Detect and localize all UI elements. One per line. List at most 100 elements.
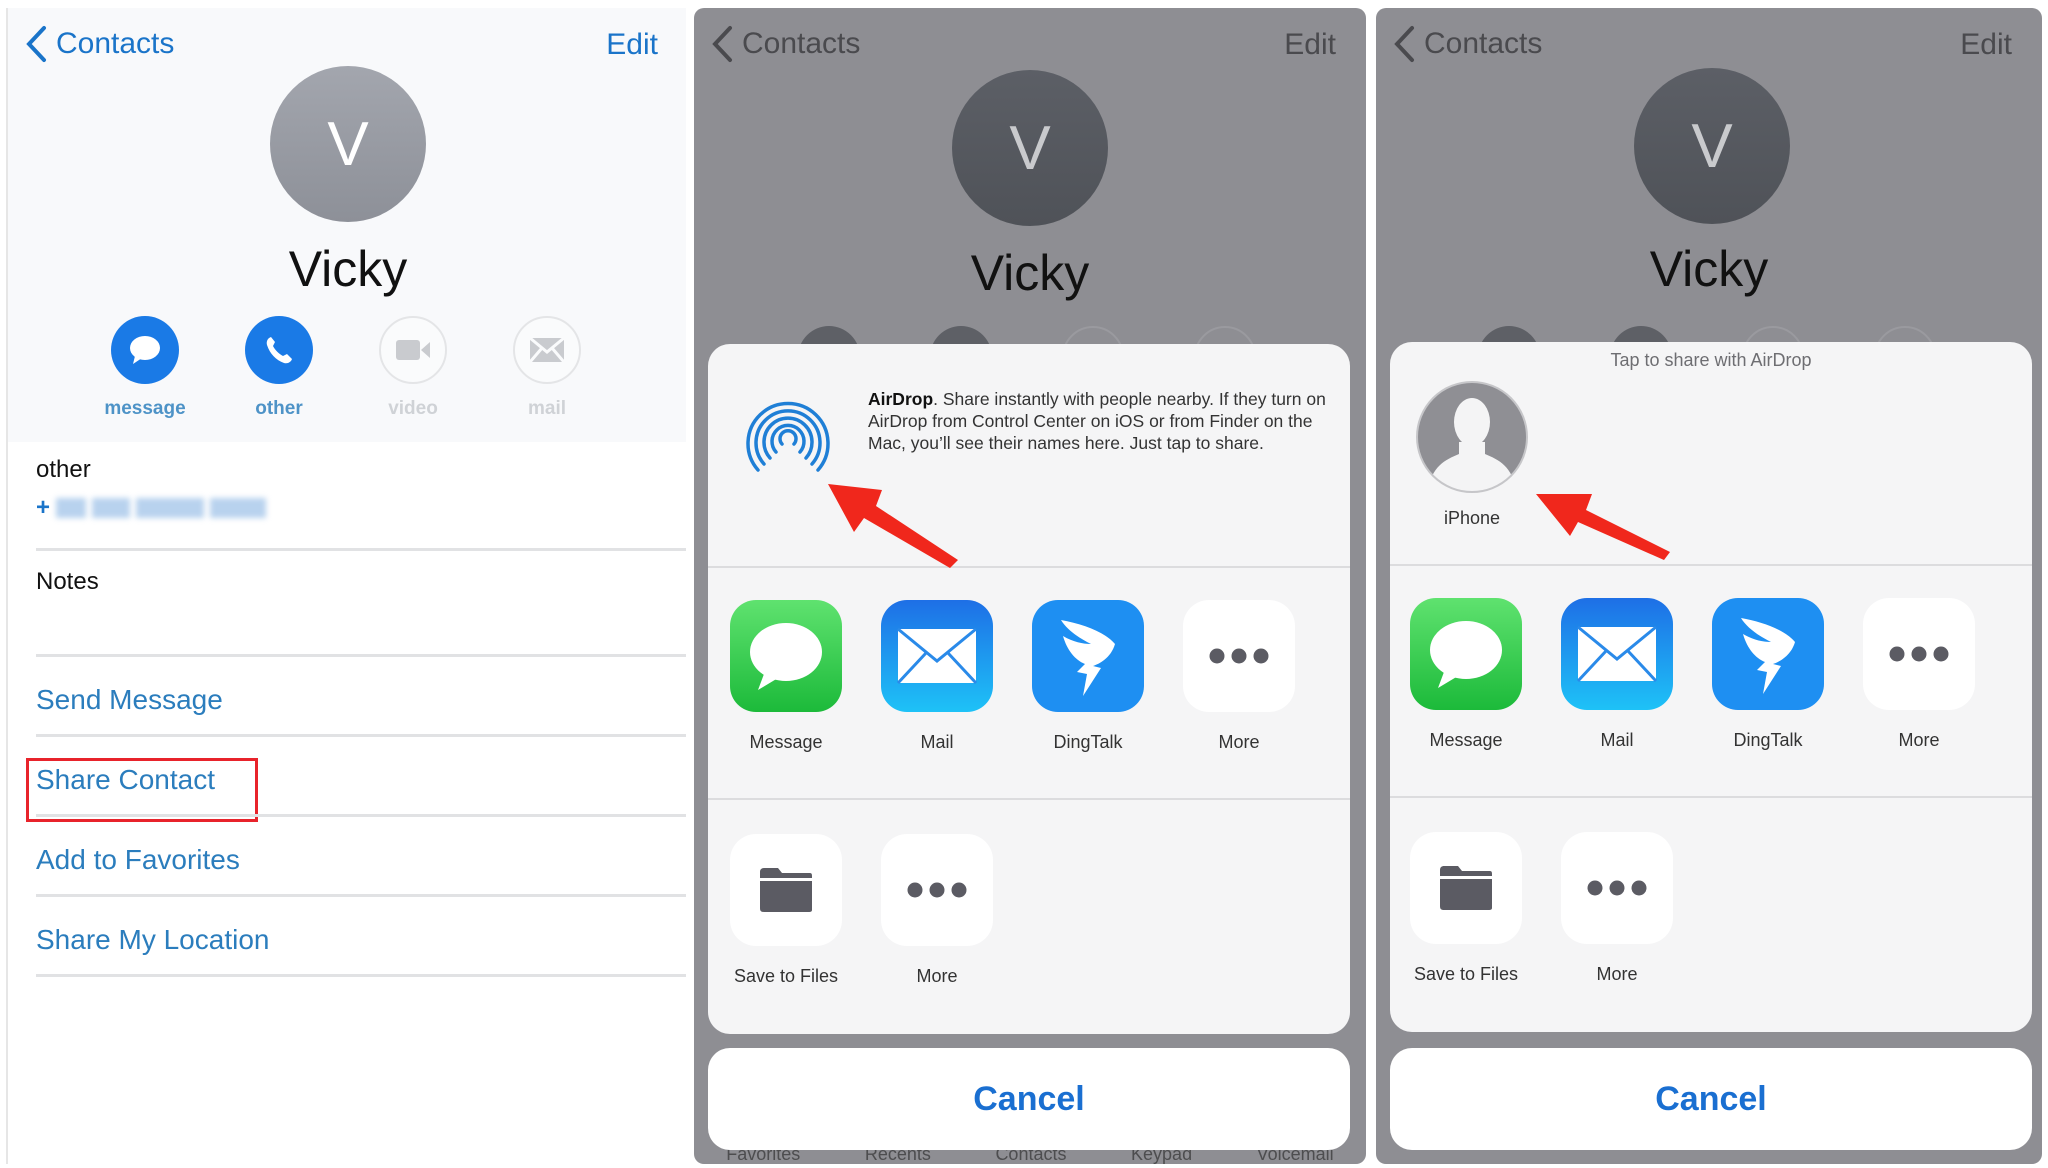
airdrop-description: AirDrop. Share instantly with people nea… <box>868 388 1328 454</box>
app-label: Message <box>1429 730 1503 750</box>
app-label: DingTalk <box>1733 730 1803 750</box>
mail-app-icon <box>881 600 993 712</box>
folder-icon <box>730 834 842 946</box>
nav-bar: Contacts Edit <box>694 8 1366 78</box>
cancel-button[interactable]: Cancel <box>1390 1048 2032 1150</box>
tab-keypad[interactable]: Keypad <box>1131 1150 1192 1164</box>
action-label: mail <box>527 398 567 419</box>
action-label: More <box>1596 964 1638 984</box>
back-label: Contacts <box>56 27 175 60</box>
app-label: Message <box>749 732 823 752</box>
more-dots-icon <box>881 834 993 946</box>
share-contact-highlight <box>26 758 258 822</box>
envelope-icon <box>513 316 581 384</box>
more-actions-button[interactable]: More <box>1552 832 1682 985</box>
back-label: Contacts <box>1424 27 1543 60</box>
messages-app-icon <box>730 600 842 712</box>
share-app-mail[interactable]: Mail <box>872 600 1002 753</box>
chevron-left-icon <box>1394 26 1414 62</box>
contact-avatar: V <box>1634 68 1790 224</box>
airdrop-device-screen: Contacts Edit V Vicky Tap to share with … <box>1376 8 2042 1164</box>
red-arrow-annotation <box>1536 494 1670 560</box>
divider <box>36 814 686 817</box>
chevron-left-icon <box>26 26 46 62</box>
action-row: Save to Files More <box>1390 798 2032 1028</box>
airdrop-title: AirDrop <box>868 389 934 409</box>
app-label: Mail <box>920 732 954 752</box>
action-mail[interactable]: mail <box>506 316 588 420</box>
action-label: video <box>388 398 438 419</box>
share-sheet-screen: Contacts Edit V Vicky AirDrop. Share ins… <box>694 8 1366 1164</box>
action-video[interactable]: video <box>372 316 454 420</box>
chevron-left-icon <box>712 26 732 62</box>
divider <box>36 548 686 551</box>
notes-row[interactable]: Notes <box>36 568 686 596</box>
app-row: Message Mail DingTalk More <box>708 568 1350 798</box>
add-to-favorites-link[interactable]: Add to Favorites <box>36 844 686 876</box>
mail-app-icon <box>1561 598 1673 710</box>
share-app-message[interactable]: Message <box>721 600 851 753</box>
tab-voicemail[interactable]: Voicemail <box>1257 1150 1334 1164</box>
phone-number[interactable]: + <box>36 494 686 522</box>
back-label: Contacts <box>742 27 861 60</box>
share-app-dingtalk[interactable]: DingTalk <box>1703 598 1833 751</box>
save-to-files-button[interactable]: Save to Files <box>721 834 851 987</box>
more-dots-icon <box>1863 598 1975 710</box>
phone-icon <box>245 316 313 384</box>
share-app-message[interactable]: Message <box>1401 598 1531 751</box>
save-to-files-button[interactable]: Save to Files <box>1401 832 1531 985</box>
tab-contacts[interactable]: Contacts <box>995 1150 1066 1164</box>
more-dots-icon <box>1183 600 1295 712</box>
messages-app-icon <box>1410 598 1522 710</box>
avatar-initial: V <box>327 109 369 179</box>
airdrop-body: . Share instantly with people nearby. If… <box>868 389 1326 453</box>
edit-button[interactable]: Edit <box>1284 28 1336 62</box>
contact-name: Vicky <box>970 245 1090 301</box>
divider <box>36 974 686 977</box>
more-actions-button[interactable]: More <box>872 834 1002 987</box>
redacted-digits <box>136 498 205 518</box>
airdrop-section[interactable]: AirDrop. Share instantly with people nea… <box>708 344 1350 566</box>
divider <box>36 654 686 657</box>
action-label: Save to Files <box>1413 964 1519 984</box>
avatar-initial: V <box>1009 113 1051 183</box>
cancel-button[interactable]: Cancel <box>708 1048 1350 1150</box>
back-button[interactable]: Contacts <box>710 24 860 64</box>
divider <box>36 734 686 737</box>
share-app-more[interactable]: More <box>1854 598 1984 751</box>
device-name: iPhone <box>1443 508 1501 528</box>
contact-detail-screen: Contacts Edit V Vicky message other vide… <box>6 8 686 1164</box>
person-silhouette-icon <box>1416 381 1528 493</box>
action-label: other <box>255 398 303 419</box>
back-button[interactable]: Contacts <box>1392 24 1542 64</box>
edit-button[interactable]: Edit <box>1960 28 2012 62</box>
send-message-link[interactable]: Send Message <box>36 684 686 716</box>
share-app-more[interactable]: More <box>1174 600 1304 753</box>
tab-favorites[interactable]: Favorites <box>726 1150 800 1164</box>
share-app-dingtalk[interactable]: DingTalk <box>1023 600 1153 753</box>
action-message[interactable]: message <box>104 316 186 420</box>
back-button[interactable]: Contacts <box>24 24 174 64</box>
contact-avatar: V <box>270 66 426 222</box>
share-sheet: AirDrop. Share instantly with people nea… <box>708 344 1350 1034</box>
avatar-initial: V <box>1691 111 1733 181</box>
share-app-mail[interactable]: Mail <box>1552 598 1682 751</box>
folder-icon <box>1410 832 1522 944</box>
red-arrow-annotation <box>828 484 958 568</box>
action-row: Save to Files More <box>708 800 1350 1030</box>
phone-prefix: + <box>36 494 51 521</box>
quick-actions: message other video mail <box>104 316 588 420</box>
app-label: More <box>1218 732 1260 752</box>
share-my-location-link[interactable]: Share My Location <box>36 924 686 956</box>
edit-button[interactable]: Edit <box>606 28 658 62</box>
app-label: DingTalk <box>1053 732 1123 752</box>
dingtalk-app-icon <box>1712 598 1824 710</box>
action-label: message <box>104 398 186 419</box>
airdrop-device-iphone[interactable]: iPhone <box>1412 380 1532 529</box>
action-call[interactable]: other <box>238 316 320 420</box>
dingtalk-app-icon <box>1032 600 1144 712</box>
phone-row[interactable]: other + <box>36 456 686 522</box>
tab-recents[interactable]: Recents <box>865 1150 931 1164</box>
contact-name: Vicky <box>1649 241 1769 297</box>
message-bubble-icon <box>111 316 179 384</box>
